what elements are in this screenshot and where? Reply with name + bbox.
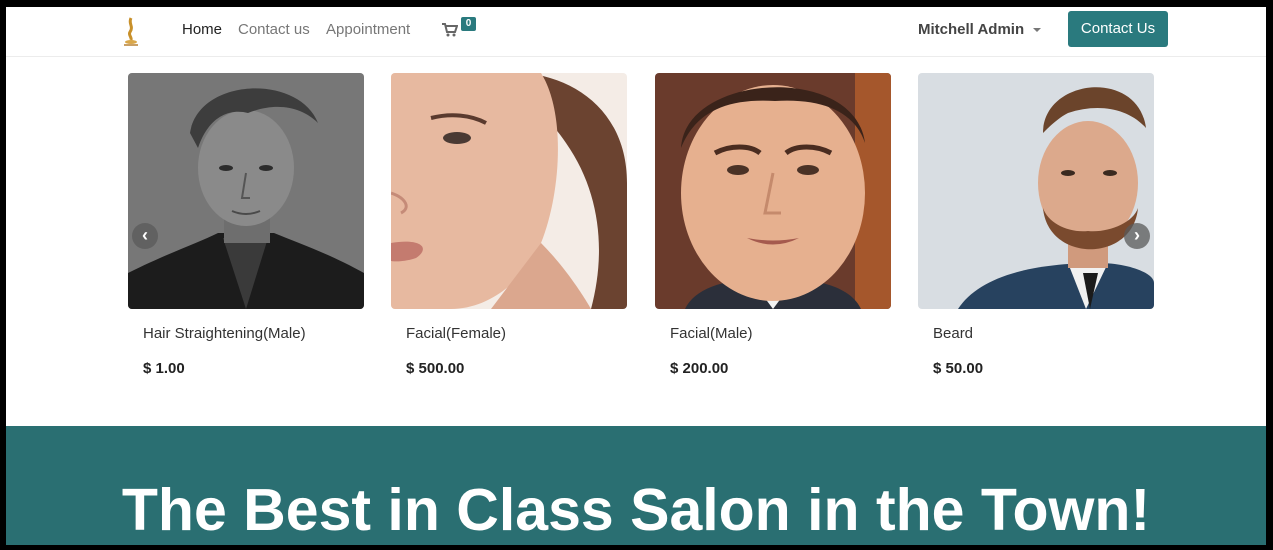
user-name: Mitchell Admin [918,21,1025,38]
product-price: $ 200.00 [670,360,729,377]
product-name[interactable]: Facial(Female) [406,325,506,342]
caret-down-icon [1033,28,1042,33]
product-name[interactable]: Facial(Male) [670,325,753,342]
cart-icon [442,23,458,37]
product-price: $ 1.00 [143,360,185,377]
product-image[interactable] [655,73,891,309]
product-price: $ 500.00 [406,360,465,377]
product-image[interactable]: ‹ [128,73,364,309]
hero-banner: The Best in Class Salon in the Town! [6,426,1266,545]
product-name[interactable]: Hair Straightening(Male) [143,325,306,342]
product-name[interactable]: Beard [933,325,973,342]
product-image[interactable] [391,73,627,309]
cart-button[interactable]: 0 [442,17,482,41]
contact-us-button[interactable]: Contact Us [1068,11,1168,47]
user-menu-dropdown[interactable]: Mitchell Admin [918,21,1042,38]
top-navbar: Home Contact us Appointment 0 Mitchell A… [6,7,1266,57]
chevron-right-icon[interactable]: › [1124,223,1150,249]
product-image[interactable]: › [918,73,1154,309]
nav-appointment[interactable]: Appointment [326,21,410,38]
cart-count-badge: 0 [461,17,476,31]
salon-logo[interactable] [120,16,142,48]
banner-title: The Best in Class Salon in the Town! [121,477,1151,543]
nav-contact-us[interactable]: Contact us [238,21,310,38]
chevron-left-icon[interactable]: ‹ [132,223,158,249]
nav-home[interactable]: Home [182,21,222,38]
product-price: $ 50.00 [933,360,984,377]
page: Home Contact us Appointment 0 Mitchell A… [6,7,1266,545]
